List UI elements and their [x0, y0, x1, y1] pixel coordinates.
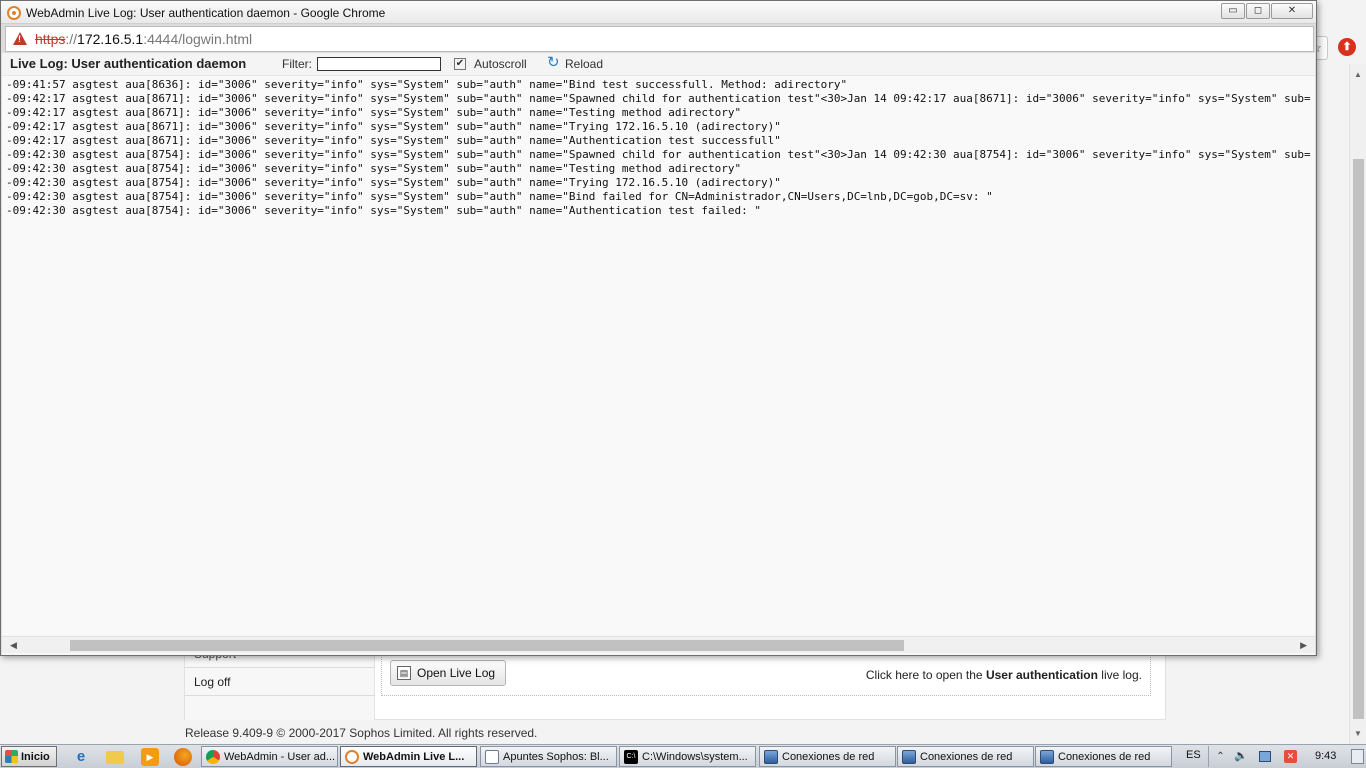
- description-prefix: Click here to open the: [865, 668, 986, 682]
- scroll-down-arrow-icon[interactable]: ▼: [1354, 729, 1362, 738]
- taskbar-item-webadmin[interactable]: WebAdmin - User ad...: [201, 746, 338, 767]
- taskbar-item-label: Apuntes Sophos: Bl...: [503, 750, 609, 763]
- taskbar-item-label: Conexiones de red: [1058, 750, 1151, 763]
- taskbar-item-label: Conexiones de red: [920, 750, 1013, 763]
- internet-explorer-icon[interactable]: e: [72, 748, 90, 766]
- clock[interactable]: 9:43: [1315, 750, 1336, 762]
- autoscroll-checkbox[interactable]: ✔: [454, 58, 466, 70]
- window-title: WebAdmin Live Log: User authentication d…: [26, 6, 386, 20]
- log-line: -09:42:17 asgtest aua[8671]: id="3006" s…: [6, 92, 1311, 105]
- windows-logo-icon: [5, 750, 18, 763]
- chrome-icon: [206, 749, 220, 764]
- maximize-button[interactable]: ◻: [1246, 3, 1270, 19]
- network-connections-icon: [764, 749, 778, 764]
- minimize-button[interactable]: ▭: [1221, 3, 1245, 19]
- description-highlight: User authentication: [985, 668, 1098, 682]
- taskbar-item-live-log[interactable]: WebAdmin Live L...: [340, 746, 477, 767]
- extension-icon[interactable]: ⬆: [1338, 38, 1356, 56]
- scroll-right-arrow-icon[interactable]: ▶: [1300, 640, 1307, 651]
- url-text[interactable]: https://172.16.5.1:4444/logwin.html: [35, 31, 252, 47]
- folder-icon[interactable]: [106, 751, 124, 764]
- start-label: Inicio: [21, 750, 50, 763]
- system-tray: ⌃ 🔈 ✕ 9:43: [1208, 746, 1366, 767]
- scroll-left-arrow-icon[interactable]: ◀: [10, 640, 17, 651]
- open-live-log-label: Open Live Log: [417, 666, 496, 680]
- chrome-app-icon: [345, 749, 359, 764]
- release-footer: Release 9.409-9 © 2000-2017 Sophos Limit…: [185, 726, 538, 740]
- command-prompt-icon: C:\: [624, 749, 638, 764]
- live-log-popup-window: WebAdmin Live Log: User authentication d…: [0, 0, 1317, 656]
- show-hidden-icons-icon[interactable]: ⌃: [1214, 750, 1227, 763]
- open-live-log-button[interactable]: ▤ Open Live Log: [390, 660, 506, 686]
- log-line: -09:42:30 asgtest aua[8754]: id="3006" s…: [6, 148, 1311, 161]
- taskbar-item-network-3[interactable]: Conexiones de red: [1035, 746, 1172, 767]
- filter-label: Filter:: [282, 57, 312, 71]
- url-path: :4444/logwin.html: [143, 31, 253, 47]
- log-line: -09:42:30 asgtest aua[8754]: id="3006" s…: [6, 162, 742, 175]
- window-titlebar[interactable]: WebAdmin Live Log: User authentication d…: [1, 1, 1316, 24]
- reload-icon[interactable]: ↻: [547, 55, 560, 70]
- taskbar-item-label: WebAdmin Live L...: [363, 750, 465, 763]
- taskbar-item-label: WebAdmin - User ad...: [224, 750, 336, 763]
- page-title: Live Log: User authentication daemon: [10, 56, 247, 71]
- windows-taskbar: Inicio e ▶ WebAdmin - User ad... WebAdmi…: [0, 744, 1366, 768]
- taskbar-item-label: Conexiones de red: [782, 750, 875, 763]
- network-tray-icon[interactable]: [1259, 751, 1271, 762]
- taskbar-item-network-1[interactable]: Conexiones de red: [759, 746, 896, 767]
- horizontal-scroll-thumb[interactable]: [70, 640, 904, 651]
- log-line: -09:41:57 asgtest aua[8636]: id="3006" s…: [6, 78, 848, 91]
- log-window-icon: ▤: [397, 666, 411, 680]
- url-separator: ://: [65, 31, 78, 47]
- not-secure-warning-icon[interactable]: [13, 32, 27, 45]
- reload-link[interactable]: Reload: [565, 57, 603, 71]
- language-indicator[interactable]: ES: [1186, 749, 1201, 761]
- start-button[interactable]: Inicio: [1, 746, 57, 767]
- taskbar-item-label: C:\Windows\system...: [642, 750, 748, 763]
- address-bar[interactable]: https://172.16.5.1:4444/logwin.html: [5, 26, 1314, 52]
- description-suffix: live log.: [1097, 668, 1142, 682]
- sidebar-item-log-off[interactable]: Log off: [185, 668, 375, 696]
- log-line: -09:42:17 asgtest aua[8671]: id="3006" s…: [6, 134, 781, 147]
- filter-input[interactable]: [317, 57, 441, 71]
- url-host: 172.16.5.1: [77, 31, 144, 47]
- log-lines: -09:41:57 asgtest aua[8636]: id="3006" s…: [6, 78, 1311, 218]
- taskbar-item-network-2[interactable]: Conexiones de red: [897, 746, 1034, 767]
- firefox-icon[interactable]: [174, 748, 192, 766]
- log-output[interactable]: -09:41:57 asgtest aua[8636]: id="3006" s…: [2, 75, 1315, 635]
- taskbar-item-apuntes[interactable]: Apuntes Sophos: Bl...: [480, 746, 617, 767]
- page-vertical-scrollbar[interactable]: ▲ ▼: [1349, 64, 1366, 744]
- close-window-button[interactable]: ✕: [1271, 3, 1313, 19]
- media-player-icon[interactable]: ▶: [141, 748, 159, 766]
- volume-icon[interactable]: 🔈: [1234, 750, 1248, 763]
- log-line: -09:42:17 asgtest aua[8671]: id="3006" s…: [6, 106, 742, 119]
- network-connections-icon: [902, 749, 916, 764]
- log-line: -09:42:30 asgtest aua[8754]: id="3006" s…: [6, 204, 761, 217]
- chrome-logo-icon: [7, 6, 21, 20]
- url-scheme: https: [35, 31, 66, 47]
- page-scroll-thumb[interactable]: [1353, 159, 1364, 719]
- live-log-description: Click here to open the User authenticati…: [866, 668, 1142, 682]
- log-header: Live Log: User authentication daemon Fil…: [2, 53, 1315, 75]
- action-center-alert-icon[interactable]: ✕: [1284, 750, 1297, 763]
- live-log-panel: ▤ Open Live Log Click here to open the U…: [381, 654, 1151, 696]
- live-log-page: Live Log: User authentication daemon Fil…: [2, 53, 1315, 655]
- network-connections-icon: [1040, 749, 1054, 764]
- show-desktop-button[interactable]: [1351, 749, 1364, 764]
- taskbar-item-cmd[interactable]: C:\ C:\Windows\system...: [619, 746, 756, 767]
- notepad-icon: [485, 749, 499, 764]
- log-line: -09:42:30 asgtest aua[8754]: id="3006" s…: [6, 176, 781, 189]
- log-horizontal-scrollbar[interactable]: ◀ ▶: [2, 636, 1315, 653]
- autoscroll-label[interactable]: Autoscroll: [474, 57, 527, 71]
- scroll-up-arrow-icon[interactable]: ▲: [1354, 70, 1362, 79]
- log-line: -09:42:30 asgtest aua[8754]: id="3006" s…: [6, 190, 993, 203]
- log-line: -09:42:17 asgtest aua[8671]: id="3006" s…: [6, 120, 781, 133]
